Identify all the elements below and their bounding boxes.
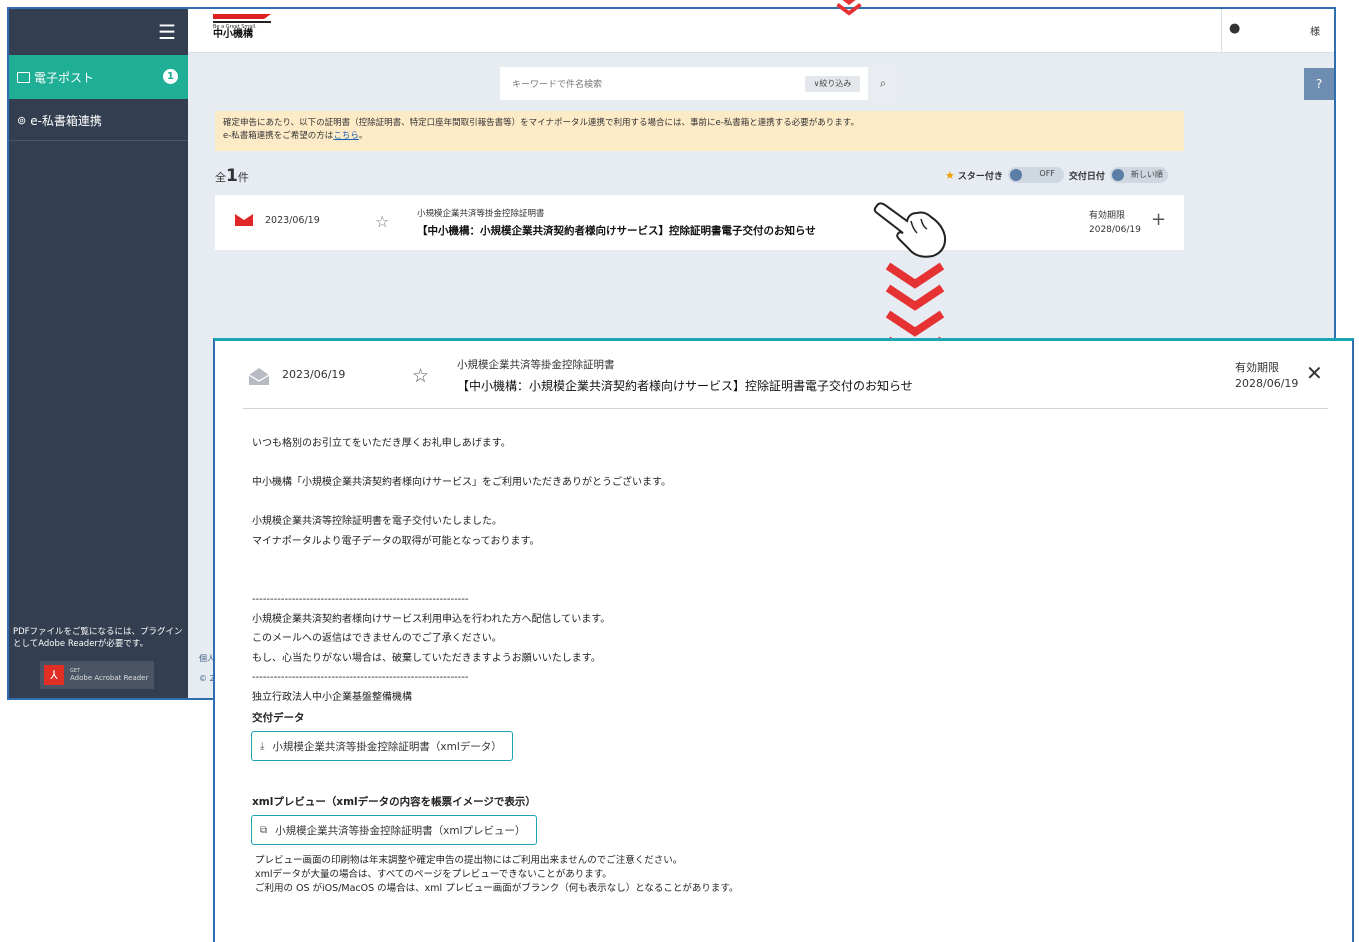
user-icon: ● [1229,21,1241,36]
logo-name: 中小機構 [213,29,253,40]
toggle-knob [1009,169,1022,181]
body-line: 中小機構「小規模企業共済契約者様向けサービス」をご利用いただきありがとうございま… [252,477,671,488]
adobe-reader-label: Adobe Acrobat Reader [70,674,149,682]
pointer-hand-icon [873,202,947,258]
notice-prefix: e-私書箱連携をご希望の方は [223,131,334,141]
item-expiry: 有効期限 2028/06/19 [1089,209,1141,237]
preview-notes: プレビュー画面の印刷物は年末調整や確定申告の提出物にはご利用出来ませんのでご注意… [255,854,738,896]
item-category: 小規模企業共済等掛金控除証明書 [417,209,545,219]
expand-icon[interactable]: + [1151,209,1166,230]
preview-label: 小規模企業共済等掛金控除証明書（xmlプレビュー） [275,824,526,837]
message-detail: 2023/06/19 ☆ 小規模企業共済等掛金控除証明書 【中小機構：小規模企業… [213,338,1354,942]
user-menu[interactable]: ● 様 [1221,9,1334,52]
toggle-label: OFF [1039,169,1055,178]
body-line [252,454,1152,474]
expiry-date: 2028/06/19 [1089,225,1141,235]
star-outline-icon[interactable]: ☆ [375,212,389,231]
body-line [252,571,1152,591]
top-bar: Be a Great Small. 中小機構 ● 様 [188,9,1334,53]
download-icon: ⤓ [260,740,265,752]
message-body: いつも格別のお引立てをいただき厚くお礼申しあげます。 中小機構「小規模企業共済契… [252,434,1152,707]
envelope-icon [235,214,253,226]
note-line: プレビュー画面の印刷物は年末調整や確定申告の提出物にはご利用出来ませんのでご注意… [255,855,683,866]
sidebar-item-e-shishobako[interactable]: ⊚ e-私書箱連携 [9,101,188,141]
starred-toggle[interactable]: OFF [1007,167,1064,183]
notice-line1: 確定申告にあたり、以下の証明書（控除証明書、特定口座年間取引報告書等）をマイナポ… [223,118,859,128]
sidebar-item-label: 電子ポスト [34,70,95,85]
sort-bar: ★ スター付き OFF 交付日付 新しい順 [945,167,1173,183]
help-icon[interactable]: ? [1304,68,1334,100]
notice-line2: e-私書箱連携をご希望の方はこちら。 [223,130,1176,143]
body-line [252,551,1152,571]
adobe-logo-icon: ⅄ [44,665,64,685]
body-line: マイナポータルより電子データの取得が可能となっております。 [252,535,540,547]
user-suffix: 様 [1310,27,1320,38]
open-envelope-icon [249,368,269,385]
download-xml-button[interactable]: ⤓ 小規模企業共済等掛金控除証明書（xmlデータ） [251,731,513,761]
adobe-reader-link[interactable]: ⅄ GET Adobe Acrobat Reader [40,661,154,689]
item-subject: 【中小機構：小規模企業共済契約者様向けサービス】控除証明書電子交付のお知らせ [417,225,816,237]
star-icon: ★ [945,168,955,182]
expiry-label: 有効期限 [1089,211,1126,221]
body-line: もし、心当たりがない場合は、破棄していただきますようお願いいたします。 [252,652,601,664]
body-line: ----------------------------------------… [252,672,469,683]
note-line: xmlデータが大量の場合は、すべてのページをプレビューできないことがあります。 [255,869,612,880]
filter-dropdown[interactable]: ∨絞り込み [805,76,860,92]
link-icon: ⊚ [17,114,27,127]
body-line: いつも格別のお引立てをいただき厚くお礼申しあげます。 [252,438,511,449]
body-line [252,493,1152,513]
notice-link[interactable]: こちら [333,131,359,141]
preview-xml-button[interactable]: ⧉ 小規模企業共済等掛金控除証明書（xmlプレビュー） [251,815,537,845]
search-bar: キーワードで件名検索 ∨絞り込み ⌕ [500,67,898,100]
unread-badge: 1 [163,69,178,84]
count-value: 1 [226,166,238,186]
preview-icon: ⧉ [260,824,268,836]
sidebar: ☰ 電子ポスト 1 ⊚ e-私書箱連携 PDFファイルをご覧になるには、プラグイ… [9,9,188,698]
sidebar-item-post[interactable]: 電子ポスト 1 [9,55,188,99]
date-sort-label: 交付日付 [1068,171,1105,182]
detail-date: 2023/06/19 [282,368,346,381]
starred-label: スター付き [957,171,1003,182]
divider [243,408,1328,409]
close-icon[interactable]: ✕ [1306,361,1323,385]
notice-banner: 確定申告にあたり、以下の証明書（控除証明書、特定口座年間取引報告書等）をマイナポ… [215,111,1184,151]
preview-section-title: xmlプレビュー（xmlデータの内容を帳票イメージで表示） [252,796,536,808]
note-line: ご利用の OS がiOS/MacOS の場合は、xml プレビュー画面がブランク… [255,883,739,894]
expiry-label: 有効期限 [1235,361,1279,374]
body-line: 小規模企業共済等控除証明書を電子交付いたしました。 [252,516,502,527]
list-item[interactable]: 2023/06/19 ☆ 小規模企業共済等掛金控除証明書 【中小機構：小規模企業… [215,195,1184,250]
toggle-label: 新しい順 [1130,170,1163,179]
count-prefix: 全 [215,171,226,184]
notice-suffix: 。 [358,131,368,141]
toggle-knob [1111,169,1124,181]
body-line: 独立行政法人中小企業基盤整備機構 [252,691,412,703]
inbox-icon [17,71,30,83]
search-icon[interactable]: ⌕ [868,67,898,100]
chevron-down-icon [836,0,862,16]
pdf-reader-note: PDFファイルをご覧になるには、プラグインとしてAdobe Readerが必要で… [13,627,183,649]
data-section-title: 交付データ [252,712,305,724]
result-count: 全1件 [215,166,249,186]
count-suffix: 件 [237,171,249,184]
body-line: 小規模企業共済契約者様向けサービス利用申込を行われた方へ配信しています。 [252,613,611,625]
item-date: 2023/06/19 [265,215,320,226]
logo-black-bar [213,21,271,23]
star-outline-icon[interactable]: ☆ [412,365,429,387]
sidebar-item-label: e-私書箱連携 [30,114,102,128]
detail-expiry: 有効期限 2028/06/19 [1235,360,1298,392]
hamburger-icon[interactable]: ☰ [158,20,176,44]
download-label: 小規模企業共済等掛金控除証明書（xmlデータ） [272,740,502,753]
logo-red-bar [213,14,271,19]
body-line: ----------------------------------------… [252,594,469,605]
body-line: このメールへの返信はできませんのでご了承ください。 [252,633,502,644]
detail-category: 小規模企業共済等掛金控除証明書 [457,359,615,371]
search-input[interactable]: キーワードで件名検索 [512,77,602,90]
expiry-date: 2028/06/19 [1235,377,1299,390]
detail-subject: 【中小機構：小規模企業共済契約者様向けサービス】控除証明書電子交付のお知らせ [457,379,913,393]
brand-logo[interactable]: Be a Great Small. 中小機構 [213,14,271,40]
adobe-label-group: GET Adobe Acrobat Reader [70,668,148,682]
date-sort-toggle[interactable]: 新しい順 [1109,167,1168,183]
